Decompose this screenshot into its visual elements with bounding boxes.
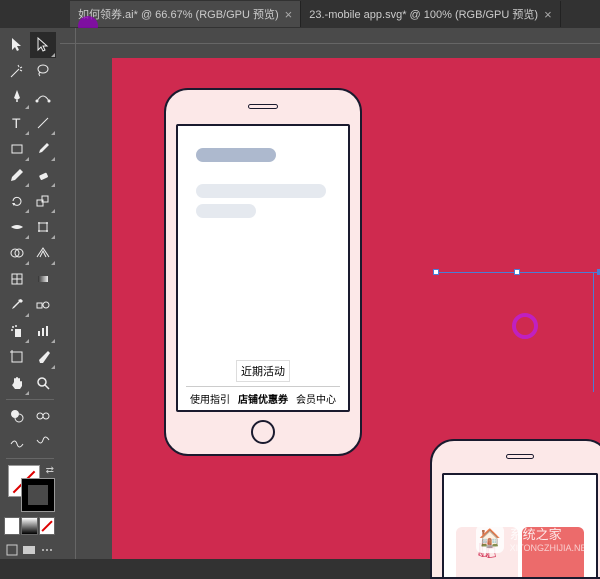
zoom-tool[interactable] [30,370,56,396]
svg-text:T: T [12,115,21,131]
magic-wand-tool[interactable] [4,58,30,84]
watermark: 🏠 系统之家 XITONGZHIJIA.NET [476,524,592,553]
symbol-sprayer-tool[interactable] [4,318,30,344]
tab-2[interactable]: 23.-mobile app.svg* @ 100% (RGB/GPU 预览) … [301,1,560,27]
watermark-title: 系统之家 [510,524,592,543]
tab-label: 如何领券.ai* @ 66.67% (RGB/GPU 预览) [78,6,279,22]
placeholder-bar [196,184,326,198]
watermark-logo-icon: 🏠 [476,525,504,553]
separator [6,399,54,400]
ruler-vertical[interactable] [60,44,76,559]
separator [6,458,54,459]
ruler-horizontal[interactable] [76,28,600,44]
color-mode-none[interactable] [39,517,55,535]
color-mode-solid[interactable] [4,517,20,535]
anchor-point[interactable] [433,269,439,275]
phone-tab-active: 店铺优惠券 [238,391,288,406]
activity-label: 近期活动 [236,360,290,382]
lasso-tool[interactable] [30,58,56,84]
phone-tabs: 使用指引 店铺优惠券 会员中心 [186,386,340,406]
hand-tool[interactable] [4,370,30,396]
width-tool[interactable] [4,214,30,240]
anchor-point[interactable] [514,269,520,275]
artboard[interactable]: 近期活动 使用指引 店铺优惠券 会员中心 🛍 [112,58,600,559]
scale-tool[interactable] [30,188,56,214]
slice-tool[interactable] [30,344,56,370]
screen-mode-full[interactable] [21,541,37,559]
phone-mockup-2[interactable]: 🛍 [430,439,600,579]
phone-tab: 会员中心 [296,391,336,406]
rectangle-tool[interactable] [4,136,30,162]
curvature-tool[interactable] [30,84,56,110]
gradient-tool[interactable] [30,266,56,292]
selection-edge [593,272,600,392]
fill-stroke-swatches[interactable]: ⇄ [8,465,54,511]
placeholder-bar [196,204,256,218]
free-transform-tool[interactable] [30,214,56,240]
phone-screen: 近期活动 使用指引 店铺优惠券 会员中心 [176,124,350,412]
paintbrush-tool[interactable] [30,136,56,162]
line-tool[interactable] [30,110,56,136]
cursor-ring-icon [512,313,538,339]
home-button-icon [251,420,275,444]
mesh-tool[interactable] [4,266,30,292]
swap-icon[interactable]: ⇄ [46,465,54,476]
phone-tab: 使用指引 [190,391,230,406]
column-graph-tool[interactable] [30,318,56,344]
blend-tool[interactable] [30,292,56,318]
shaper-tool[interactable] [4,162,30,188]
rotate-tool[interactable] [4,188,30,214]
document-tabs: 如何领券.ai* @ 66.67% (RGB/GPU 预览) × 23.-mob… [0,0,600,28]
drawing-mode[interactable] [30,403,56,429]
screen-mode-row [4,541,56,561]
watermark-subtitle: XITONGZHIJIA.NET [510,543,592,553]
color-mode-row [4,517,56,537]
phone-speaker [248,104,278,109]
tools-panel: T [0,28,60,559]
stroke-swatch[interactable] [22,479,54,511]
placeholder-bar [196,148,276,162]
pen-tool[interactable] [4,84,30,110]
phone-speaker [506,454,534,459]
type-tool[interactable]: T [4,110,30,136]
phone-mockup-1[interactable]: 近期活动 使用指引 店铺优惠券 会员中心 [164,88,362,456]
direct-selection-tool[interactable] [30,32,56,58]
screen-mode-normal[interactable] [4,541,20,559]
draw-normal[interactable] [4,429,30,455]
toggle-fill-stroke[interactable] [4,403,30,429]
eyedropper-tool[interactable] [4,292,30,318]
selection-tool[interactable] [4,32,30,58]
tab-label: 23.-mobile app.svg* @ 100% (RGB/GPU 预览) [309,6,538,22]
ruler-corner[interactable] [60,28,76,44]
shape-builder-tool[interactable] [4,240,30,266]
close-icon[interactable]: × [544,7,552,22]
draw-behind[interactable] [30,429,56,455]
close-icon[interactable]: × [285,7,293,22]
artboard-tool[interactable] [4,344,30,370]
canvas-area: 近期活动 使用指引 店铺优惠券 会员中心 🛍 [60,28,600,559]
perspective-grid-tool[interactable] [30,240,56,266]
eraser-tool[interactable] [30,162,56,188]
edit-toolbar[interactable] [39,541,55,559]
tab-1[interactable]: 如何领券.ai* @ 66.67% (RGB/GPU 预览) × [70,1,301,27]
color-mode-gradient[interactable] [21,517,37,535]
